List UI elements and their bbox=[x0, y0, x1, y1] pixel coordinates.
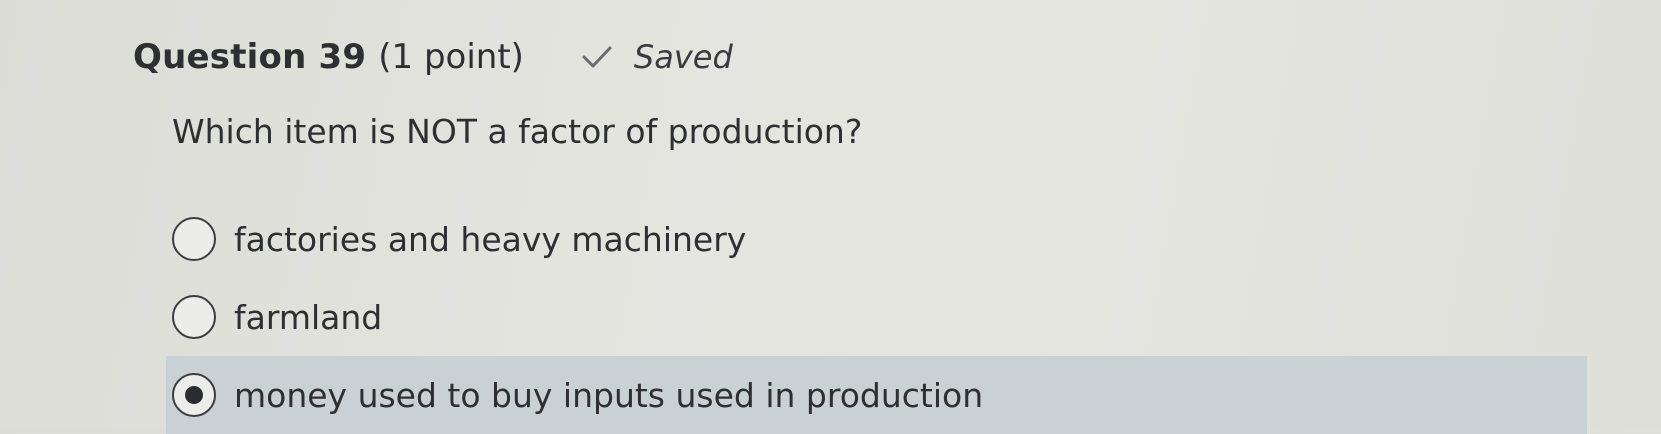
question-title: Question 39 bbox=[133, 37, 367, 77]
question-points: (1 point) bbox=[378, 37, 524, 77]
answer-options: factories and heavy machinery farmland m… bbox=[166, 200, 1587, 434]
saved-label: Saved bbox=[633, 38, 733, 76]
question-header: Question 39 (1 point) Saved bbox=[133, 32, 733, 82]
answer-option-money[interactable]: money used to buy inputs used in product… bbox=[166, 356, 1587, 434]
radio-button-selected[interactable] bbox=[172, 373, 216, 417]
question-prompt: Which item is NOT a factor of production… bbox=[172, 112, 863, 151]
answer-option-label: money used to buy inputs used in product… bbox=[234, 375, 984, 415]
answer-option-farmland[interactable]: farmland bbox=[172, 278, 1587, 356]
answer-option-label: farmland bbox=[234, 297, 383, 337]
radio-button[interactable] bbox=[172, 217, 216, 261]
check-icon bbox=[580, 43, 614, 71]
radio-button[interactable] bbox=[172, 295, 216, 339]
answer-option-factories[interactable]: factories and heavy machinery bbox=[172, 200, 1587, 278]
saved-status: Saved bbox=[580, 38, 733, 76]
answer-option-label: factories and heavy machinery bbox=[234, 219, 747, 259]
